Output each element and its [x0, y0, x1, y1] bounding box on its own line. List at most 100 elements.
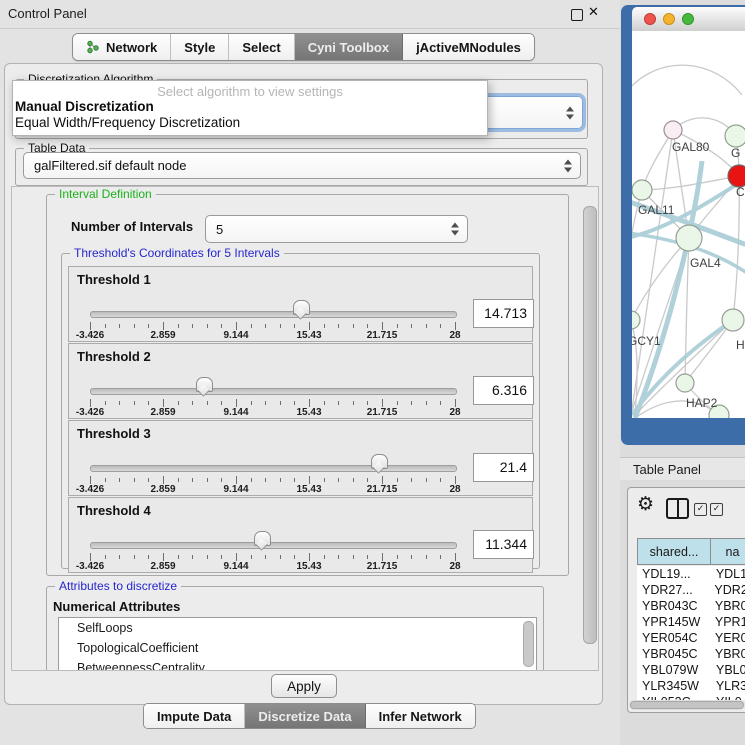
- cell-shared-name[interactable]: YBR045C: [637, 647, 710, 661]
- threshold-value-field[interactable]: 21.4: [473, 453, 534, 482]
- panel-scrollbar[interactable]: [583, 206, 597, 644]
- table-row[interactable]: YBL079WYBL0: [637, 662, 745, 678]
- cell-shared-name[interactable]: YLR345W: [637, 679, 711, 693]
- tick-mark: [324, 478, 325, 482]
- cell-shared-name[interactable]: YPR145W: [637, 615, 710, 629]
- attribute-item[interactable]: SelfLoops: [59, 618, 536, 638]
- scrollbar-thumb[interactable]: [630, 701, 744, 709]
- cell-name[interactable]: YLR3: [711, 679, 745, 693]
- tick-mark: [353, 324, 354, 328]
- attribute-item[interactable]: TopologicalCoefficient: [59, 638, 536, 658]
- stepper-icon: [566, 106, 575, 119]
- network-node[interactable]: [676, 374, 694, 392]
- tick-mark: [324, 401, 325, 405]
- tick-mark: [440, 478, 441, 482]
- cell-shared-name[interactable]: YDR27...: [637, 583, 709, 597]
- tab-jactivemnodules[interactable]: jActiveMNodules: [403, 34, 534, 60]
- number-of-intervals-select[interactable]: 5: [205, 215, 468, 243]
- network-node[interactable]: [676, 225, 702, 251]
- threshold-value-field[interactable]: 14.713: [473, 299, 534, 328]
- table-row[interactable]: YBR043CYBR0: [637, 598, 745, 614]
- slider-thumb[interactable]: [254, 531, 271, 546]
- column-header-shared[interactable]: shared...: [637, 538, 711, 565]
- tick-mark: [440, 324, 441, 328]
- network-edge: [642, 176, 739, 190]
- cell-name[interactable]: YBL0: [711, 663, 745, 677]
- gear-icon[interactable]: ⚙: [637, 495, 654, 514]
- slider-track[interactable]: [90, 388, 457, 395]
- table-row[interactable]: YDL19...YDL1: [637, 566, 745, 582]
- threshold-value-field[interactable]: 11.344: [473, 530, 534, 559]
- dropdown-option-equal-width[interactable]: Equal Width/Frequency Discretization: [15, 115, 240, 130]
- float-window-icon[interactable]: [571, 9, 583, 21]
- list-scrollbar[interactable]: [523, 621, 534, 667]
- table-row[interactable]: YLR345WYLR3: [637, 678, 745, 694]
- network-node[interactable]: [725, 125, 745, 147]
- tick-mark: [90, 399, 91, 407]
- tick-mark: [440, 555, 441, 559]
- tab-network[interactable]: Network: [73, 34, 171, 60]
- network-node[interactable]: [632, 311, 640, 329]
- tick-mark: [148, 555, 149, 559]
- cell-name[interactable]: YER0: [710, 631, 745, 645]
- table-row[interactable]: YPR145WYPR1: [637, 614, 745, 630]
- dropdown-option-manual[interactable]: Manual Discretization: [15, 99, 154, 114]
- slider-track[interactable]: [90, 311, 457, 318]
- slider-thumb[interactable]: [196, 377, 213, 392]
- cell-name[interactable]: YPR1: [710, 615, 745, 629]
- tick-mark: [119, 478, 120, 482]
- network-node[interactable]: [632, 180, 652, 200]
- tab-label: Infer Network: [379, 709, 462, 724]
- table-row[interactable]: YBR045CYBR0: [637, 646, 745, 662]
- tab-label: Style: [184, 40, 215, 55]
- cell-name[interactable]: YBR0: [710, 599, 745, 613]
- tick-mark: [236, 322, 237, 330]
- cell-shared-name[interactable]: YBL079W: [637, 663, 711, 677]
- numerical-attributes-list[interactable]: SelfLoopsTopologicalCoefficientBetweenne…: [58, 617, 537, 671]
- cell-name[interactable]: YBR0: [710, 647, 745, 661]
- zoom-traffic-light-icon[interactable]: [682, 13, 694, 25]
- tab-style[interactable]: Style: [171, 34, 229, 60]
- cell-name[interactable]: YDL1: [711, 567, 745, 581]
- table-row[interactable]: YDR27...YDR2: [637, 582, 745, 598]
- network-canvas[interactable]: GAL80GCGAL11GAL4GCY1HHAP2: [632, 31, 745, 418]
- tick-mark: [192, 401, 193, 405]
- tab-infer-network[interactable]: Infer Network: [366, 704, 475, 728]
- network-node[interactable]: [722, 309, 744, 331]
- close-icon[interactable]: ✕: [588, 5, 599, 20]
- checkbox-icon[interactable]: ✓: [710, 503, 723, 516]
- slider-thumb[interactable]: [293, 300, 310, 315]
- table-row[interactable]: YER054CYER0: [637, 630, 745, 646]
- network-node-label: GCY1: [632, 334, 661, 348]
- tab-cyni-toolbox[interactable]: Cyni Toolbox: [295, 34, 403, 60]
- tick-mark: [134, 401, 135, 405]
- cell-shared-name[interactable]: YDL19...: [637, 567, 711, 581]
- cell-name[interactable]: YDR2: [709, 583, 745, 597]
- threshold-value-field[interactable]: 6.316: [473, 376, 534, 405]
- tick-mark: [163, 476, 164, 484]
- tab-impute-data[interactable]: Impute Data: [144, 704, 245, 728]
- tick-mark: [294, 401, 295, 405]
- network-node[interactable]: [728, 165, 745, 187]
- tick-mark: [90, 322, 91, 330]
- tab-select[interactable]: Select: [229, 34, 294, 60]
- slider-track[interactable]: [90, 542, 457, 549]
- table-data-select[interactable]: galFiltered.sif default node: [23, 152, 581, 179]
- network-node[interactable]: [664, 121, 682, 139]
- split-columns-icon[interactable]: [666, 498, 689, 519]
- minimize-traffic-light-icon[interactable]: [663, 13, 675, 25]
- cell-shared-name[interactable]: YBR043C: [637, 599, 710, 613]
- apply-button[interactable]: Apply: [271, 674, 337, 698]
- tab-discretize-data[interactable]: Discretize Data: [245, 704, 365, 728]
- close-traffic-light-icon[interactable]: [644, 13, 656, 25]
- tab-label: Impute Data: [157, 709, 231, 724]
- cell-shared-name[interactable]: YER054C: [637, 631, 710, 645]
- horizontal-scrollbar[interactable]: [629, 700, 745, 710]
- slider-thumb[interactable]: [371, 454, 388, 469]
- tick-mark: [251, 555, 252, 559]
- attribute-item[interactable]: BetweennessCentrality: [59, 658, 536, 671]
- network-window-titlebar[interactable]: [632, 7, 745, 32]
- column-header-name[interactable]: na: [711, 538, 745, 565]
- slider-track[interactable]: [90, 465, 457, 472]
- checkbox-icon[interactable]: ✓: [694, 503, 707, 516]
